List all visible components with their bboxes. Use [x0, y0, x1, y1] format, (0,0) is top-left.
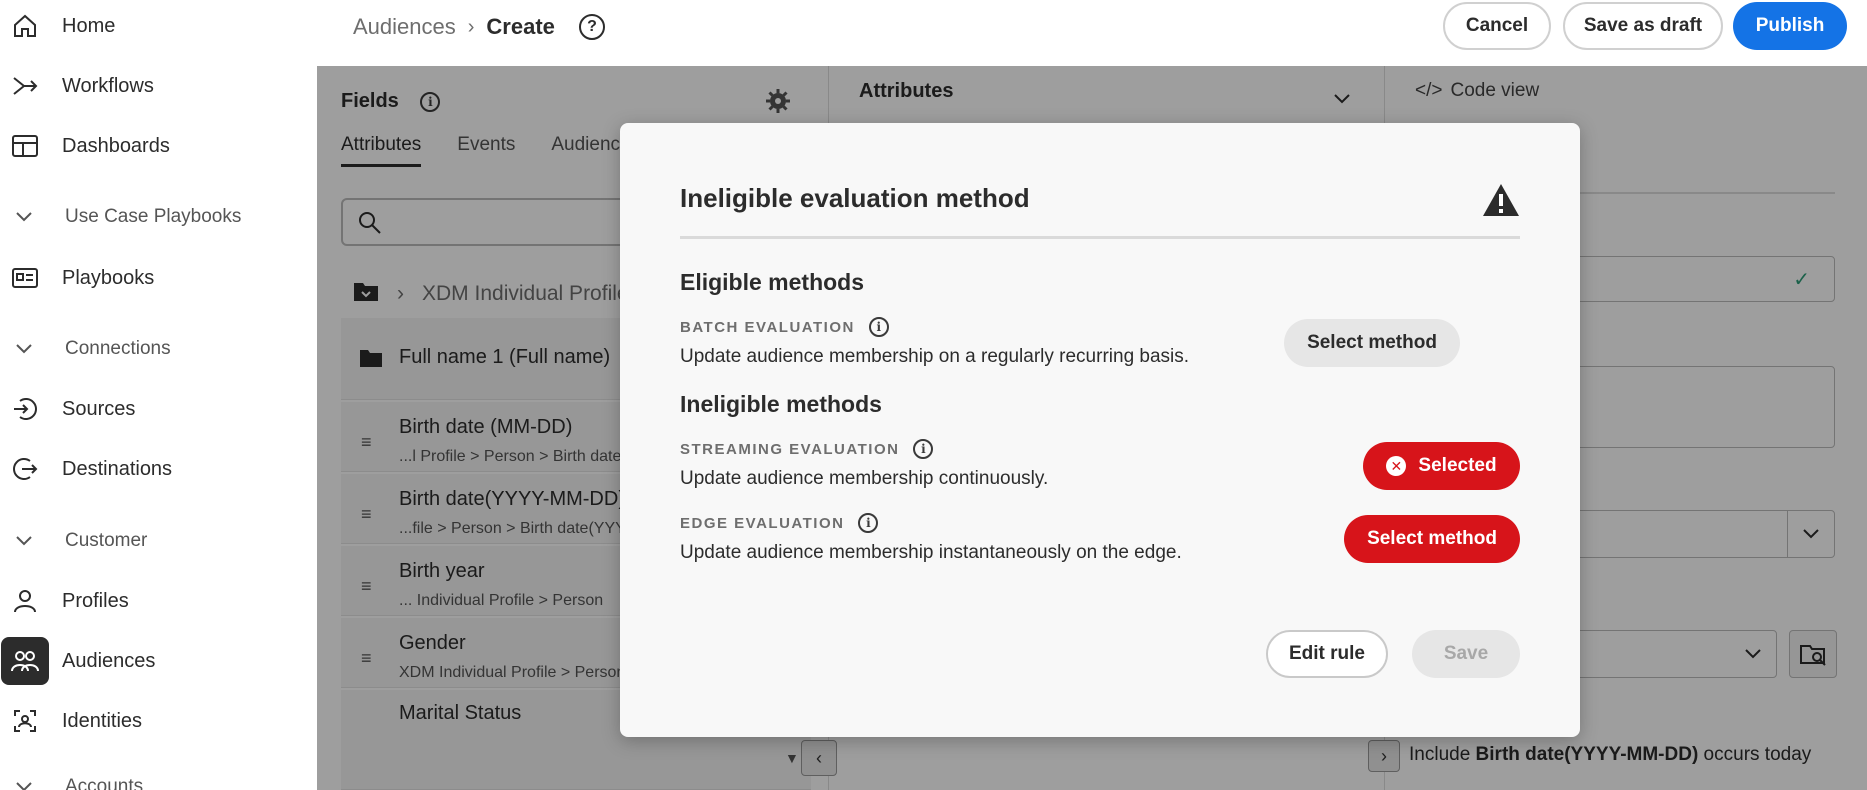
sidebar-item-profiles[interactable]: Profiles — [0, 577, 317, 625]
sidebar-item-audiences[interactable]: Audiences — [0, 637, 317, 685]
sidebar-section-customer[interactable]: Customer — [0, 521, 317, 561]
sidebar-item-label: Destinations — [62, 457, 173, 480]
batch-evaluation-description: Update audience membership on a regularl… — [680, 346, 1190, 367]
sidebar-section-label: Connections — [65, 338, 171, 359]
streaming-evaluation-description: Update audience membership continuously. — [680, 468, 1049, 489]
info-icon[interactable]: i — [868, 317, 889, 337]
ineligible-method-dialog: Ineligible evaluation method Eligible me… — [620, 123, 1580, 737]
dialog-title: Ineligible evaluation method — [680, 183, 1030, 213]
sidebar-section-accounts[interactable]: Accounts — [0, 772, 317, 790]
streaming-selected-label: Selected — [1418, 455, 1497, 476]
sidebar-item-workflows[interactable]: Workflows — [0, 62, 317, 110]
sidebar-section-label: Customer — [65, 530, 148, 551]
batch-evaluation-label-text: BATCH EVALUATION — [680, 318, 855, 336]
sidebar-item-label: Home — [62, 14, 116, 37]
streaming-evaluation-label: STREAMING EVALUATION i — [680, 439, 934, 459]
destinations-icon — [10, 454, 40, 484]
sidebar-item-label: Playbooks — [62, 266, 155, 289]
sidebar: Home Workflows Dashboards Use Case Playb… — [0, 0, 317, 790]
top-bar: Audiences › Create ? Cancel Save as draf… — [317, 0, 1867, 66]
edit-rule-button[interactable]: Edit rule — [1266, 630, 1388, 678]
sidebar-item-sources[interactable]: Sources — [0, 385, 317, 433]
edge-select-method-button[interactable]: Select method — [1344, 515, 1520, 563]
help-icon[interactable]: ? — [579, 14, 605, 40]
streaming-selected-button[interactable]: ✕ Selected — [1363, 442, 1520, 490]
alert-icon — [1482, 183, 1520, 217]
breadcrumb-parent[interactable]: Audiences — [353, 14, 456, 40]
profile-icon — [10, 586, 40, 616]
chevron-down-icon — [12, 205, 36, 229]
identity-icon — [10, 706, 40, 736]
sidebar-section-connections[interactable]: Connections — [0, 329, 317, 369]
sidebar-section-label: Accounts — [65, 776, 144, 790]
sidebar-item-label: Dashboards — [62, 134, 170, 157]
sidebar-item-label: Sources — [62, 397, 136, 420]
sources-icon — [10, 394, 40, 424]
batch-select-method-button[interactable]: Select method — [1284, 319, 1460, 367]
edge-evaluation-label: EDGE EVALUATION i — [680, 513, 879, 533]
sidebar-item-destinations[interactable]: Destinations — [0, 445, 317, 493]
eligible-methods-heading: Eligible methods — [680, 269, 865, 295]
sidebar-section-label: Use Case Playbooks — [65, 206, 242, 227]
sidebar-item-label: Identities — [62, 709, 143, 732]
sidebar-item-label: Audiences — [62, 649, 156, 672]
edge-evaluation-label-text: EDGE EVALUATION — [680, 514, 845, 532]
ineligible-methods-heading: Ineligible methods — [680, 391, 882, 417]
chevron-down-icon — [12, 529, 36, 553]
breadcrumb: Audiences › Create — [353, 14, 555, 40]
page-title: Create — [486, 14, 555, 39]
sidebar-item-label: Profiles — [62, 589, 129, 612]
close-circle-icon: ✕ — [1386, 456, 1407, 476]
sidebar-item-playbooks[interactable]: Playbooks — [0, 254, 317, 302]
audiences-icon — [1, 637, 49, 685]
info-icon[interactable]: i — [858, 513, 879, 533]
sidebar-item-home[interactable]: Home — [0, 2, 317, 50]
breadcrumb-chevron-icon: › — [467, 15, 475, 38]
info-icon[interactable]: i — [913, 439, 934, 459]
workflow-icon — [10, 71, 40, 101]
edge-evaluation-description: Update audience membership instantaneous… — [680, 542, 1182, 563]
streaming-evaluation-label-text: STREAMING EVALUATION — [680, 440, 900, 458]
dashboard-icon — [10, 131, 40, 161]
cancel-button[interactable]: Cancel — [1443, 2, 1551, 50]
sidebar-item-dashboards[interactable]: Dashboards — [0, 122, 317, 170]
sidebar-item-label: Workflows — [62, 74, 154, 97]
batch-evaluation-label: BATCH EVALUATION i — [680, 317, 889, 337]
save-button[interactable]: Save — [1412, 630, 1520, 678]
sidebar-item-identities[interactable]: Identities — [0, 697, 317, 745]
playbook-icon — [10, 263, 40, 293]
dialog-divider — [680, 236, 1520, 239]
chevron-down-icon — [12, 337, 36, 361]
home-icon — [10, 11, 40, 41]
save-as-draft-button[interactable]: Save as draft — [1563, 2, 1723, 50]
sidebar-section-use-case-playbooks[interactable]: Use Case Playbooks — [0, 197, 317, 237]
chevron-down-icon — [12, 775, 36, 790]
publish-button[interactable]: Publish — [1733, 2, 1847, 50]
